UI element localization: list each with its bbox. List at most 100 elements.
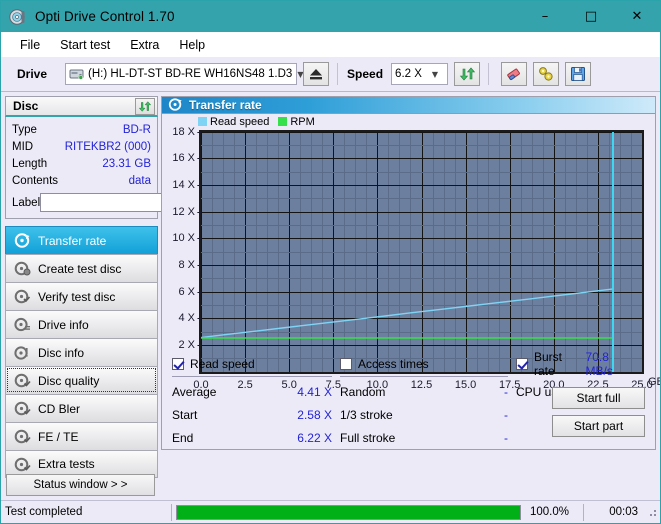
- sidebar-item-disc-quality[interactable]: Disc quality: [5, 366, 158, 394]
- sidebar-label-create-test-disc: Create test disc: [38, 261, 122, 276]
- burst-rate-value: 70.8 MB/s: [585, 350, 613, 378]
- stat-row-start: Start 2.58 X: [172, 403, 340, 426]
- divider: [340, 376, 508, 377]
- sidebar-item-disc-info[interactable]: Disc info: [5, 338, 158, 366]
- full-stroke-value: -: [504, 430, 508, 445]
- drive-info-icon: [14, 316, 31, 333]
- content-title: Transfer rate: [189, 97, 262, 112]
- menu-start-test[interactable]: Start test: [51, 35, 119, 55]
- drive-label: Drive: [17, 67, 48, 81]
- stats-column-read-speed: Read speed Average 4.41 X Start 2.58 X E…: [172, 355, 340, 449]
- burst-rate-label: Burst rate: [534, 350, 563, 378]
- sidebar-item-cd-bler[interactable]: CD Bler: [5, 394, 158, 422]
- start-full-button[interactable]: Start full: [552, 387, 645, 409]
- sidebar-item-drive-info[interactable]: Drive info: [5, 310, 158, 338]
- disc-length-value: 23.31 GB: [102, 157, 151, 170]
- end-key: End: [172, 430, 194, 445]
- chart-series-read-speed: [201, 289, 612, 338]
- minimize-button[interactable]: –: [522, 1, 568, 32]
- fe-te-icon: [14, 428, 31, 445]
- disc-row-mid: MID RITEKBR2 (000): [12, 138, 151, 155]
- y-axis-tick: 18 X: [172, 126, 201, 138]
- y-axis-tick: 16 X: [172, 152, 201, 164]
- drive-select[interactable]: (H:) HL-DT-ST BD-RE WH16NS48 1.D3 ▼: [65, 63, 303, 85]
- application-window: Opti Drive Control 1.70 – □ ✕ File Start…: [0, 0, 661, 524]
- speed-select[interactable]: 6.2 X ▼: [391, 63, 449, 85]
- maximize-button[interactable]: □: [568, 1, 614, 32]
- refresh-button[interactable]: [454, 62, 481, 86]
- eraser-icon: [507, 68, 520, 81]
- window-title: Opti Drive Control 1.70: [35, 9, 175, 24]
- resize-grip[interactable]: [646, 506, 658, 518]
- drive-icon: [69, 67, 84, 81]
- y-axis-tick: 8 X: [178, 259, 201, 271]
- start-part-button[interactable]: Start part: [552, 415, 645, 437]
- disc-mid-value: RITEKBR2 (000): [64, 140, 151, 153]
- erase-button[interactable]: [501, 62, 528, 86]
- window-controls: – □ ✕: [522, 1, 660, 32]
- sidebar-label-cd-bler: CD Bler: [38, 401, 81, 416]
- tools-button[interactable]: [533, 62, 560, 86]
- access-times-checkbox-row[interactable]: Access times: [340, 355, 516, 373]
- sidebar-label-disc-quality: Disc quality: [38, 373, 100, 388]
- refresh-icon: [459, 67, 475, 81]
- extra-tests-icon: [14, 456, 31, 473]
- title-bar: Opti Drive Control 1.70 – □ ✕: [1, 1, 660, 32]
- action-buttons: Start full Start part: [552, 387, 645, 437]
- read-speed-label: Read speed: [190, 357, 255, 371]
- average-value: 4.41 X: [297, 384, 332, 399]
- legend-swatch-read-speed: [198, 117, 207, 127]
- progress-bar-fill: [177, 505, 520, 519]
- random-key: Random: [340, 384, 386, 399]
- burst-rate-checkbox[interactable]: [516, 358, 528, 370]
- disc-info-panel: Type BD-R MID RITEKBR2 (000) Length 23.3…: [5, 117, 245, 219]
- sidebar-item-create-test-disc[interactable]: Create test disc: [5, 254, 158, 282]
- start-key: Start: [172, 407, 198, 422]
- gridline-vertical: [642, 132, 643, 372]
- cd-bler-icon: [14, 400, 31, 417]
- content-header: Transfer rate: [162, 97, 655, 114]
- chart-plot-area[interactable]: [199, 129, 644, 374]
- sidebar-item-fe-te[interactable]: FE / TE: [5, 422, 158, 450]
- sidebar-label-extra-tests: Extra tests: [38, 457, 95, 471]
- burst-rate-checkbox-row[interactable]: Burst rate 70.8 MB/s: [516, 350, 645, 378]
- eject-button[interactable]: [303, 62, 330, 86]
- disc-row-length: Length 23.31 GB: [12, 155, 151, 172]
- refresh-icon: [138, 101, 152, 112]
- disc-refresh-button[interactable]: [135, 98, 155, 115]
- average-key: Average: [172, 384, 217, 399]
- read-speed-checkbox-row[interactable]: Read speed: [172, 355, 340, 373]
- stat-row-third-stroke: 1/3 stroke -: [340, 403, 516, 426]
- menu-help[interactable]: Help: [170, 35, 214, 55]
- disc-type-key: Type: [12, 123, 37, 136]
- stats-column-access-times: Access times Random - 1/3 stroke - Full: [340, 355, 516, 449]
- disc-panel-title: Disc: [13, 99, 39, 113]
- menu-extra[interactable]: Extra: [121, 35, 168, 55]
- third-stroke-key: 1/3 stroke: [340, 407, 393, 422]
- drive-value: (H:) HL-DT-ST BD-RE WH16NS48 1.D3: [88, 68, 293, 80]
- sidebar-item-transfer-rate[interactable]: Transfer rate: [5, 226, 158, 254]
- disc-type-value: BD-R: [122, 123, 151, 136]
- close-button[interactable]: ✕: [614, 1, 660, 32]
- disc-row-type: Type BD-R: [12, 121, 151, 138]
- sidebar-item-verify-test-disc[interactable]: Verify test disc: [5, 282, 158, 310]
- y-axis-tick: 14 X: [172, 179, 201, 191]
- y-axis-tick: 4 X: [178, 312, 201, 324]
- status-window-button[interactable]: Status window > >: [6, 474, 155, 496]
- chevron-down-icon[interactable]: ▼: [427, 70, 445, 79]
- tools-icon: [539, 67, 553, 81]
- disc-quality-icon: [14, 372, 31, 389]
- end-value: 6.22 X: [297, 430, 332, 445]
- create-test-disc-icon: [14, 260, 31, 277]
- eject-icon: [310, 69, 323, 80]
- verify-test-disc-icon: [14, 288, 31, 305]
- progress-bar: [176, 504, 521, 520]
- save-button[interactable]: [565, 62, 592, 86]
- legend-label-rpm: RPM: [290, 115, 315, 128]
- divider: [171, 503, 172, 521]
- menu-file[interactable]: File: [11, 35, 49, 55]
- access-times-checkbox[interactable]: [340, 358, 352, 370]
- read-speed-checkbox[interactable]: [172, 358, 184, 370]
- stats-panel: Read speed Average 4.41 X Start 2.58 X E…: [162, 349, 655, 449]
- disc-contents-key: Contents: [12, 174, 59, 187]
